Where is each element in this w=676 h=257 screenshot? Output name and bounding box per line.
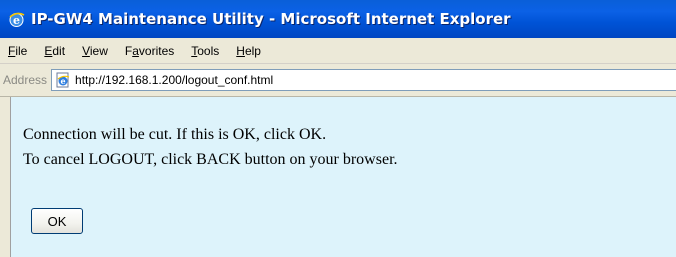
ok-button[interactable]: OK (31, 208, 83, 234)
menu-help[interactable]: Help (228, 44, 270, 58)
address-label: Address (3, 73, 48, 87)
address-url: http://192.168.1.200/logout_conf.html (75, 73, 274, 87)
menu-file[interactable]: File (0, 44, 36, 58)
menu-view[interactable]: View (74, 44, 117, 58)
menu-tools[interactable]: Tools (183, 44, 228, 58)
menu-edit[interactable]: Edit (36, 44, 74, 58)
menu-bar: File Edit View Favorites Tools Help (0, 38, 676, 64)
message-line-2: To cancel LOGOUT, click BACK button on y… (23, 151, 398, 168)
address-input[interactable]: e http://192.168.1.200/logout_conf.html (51, 69, 676, 91)
ie-page-icon: e (56, 72, 70, 88)
title-bar: e IP-GW4 Maintenance Utility - Microsoft… (0, 0, 676, 38)
ie-logo-icon: e (9, 12, 25, 27)
window-title: IP-GW4 Maintenance Utility - Microsoft I… (31, 10, 511, 28)
menu-favorites[interactable]: Favorites (117, 44, 183, 58)
address-bar: Address e http://192.168.1.200/logout_co… (0, 64, 676, 97)
message-line-1: Connection will be cut. If this is OK, c… (23, 126, 327, 143)
svg-text:e: e (13, 14, 20, 27)
page-content: Connection will be cut. If this is OK, c… (10, 97, 676, 257)
